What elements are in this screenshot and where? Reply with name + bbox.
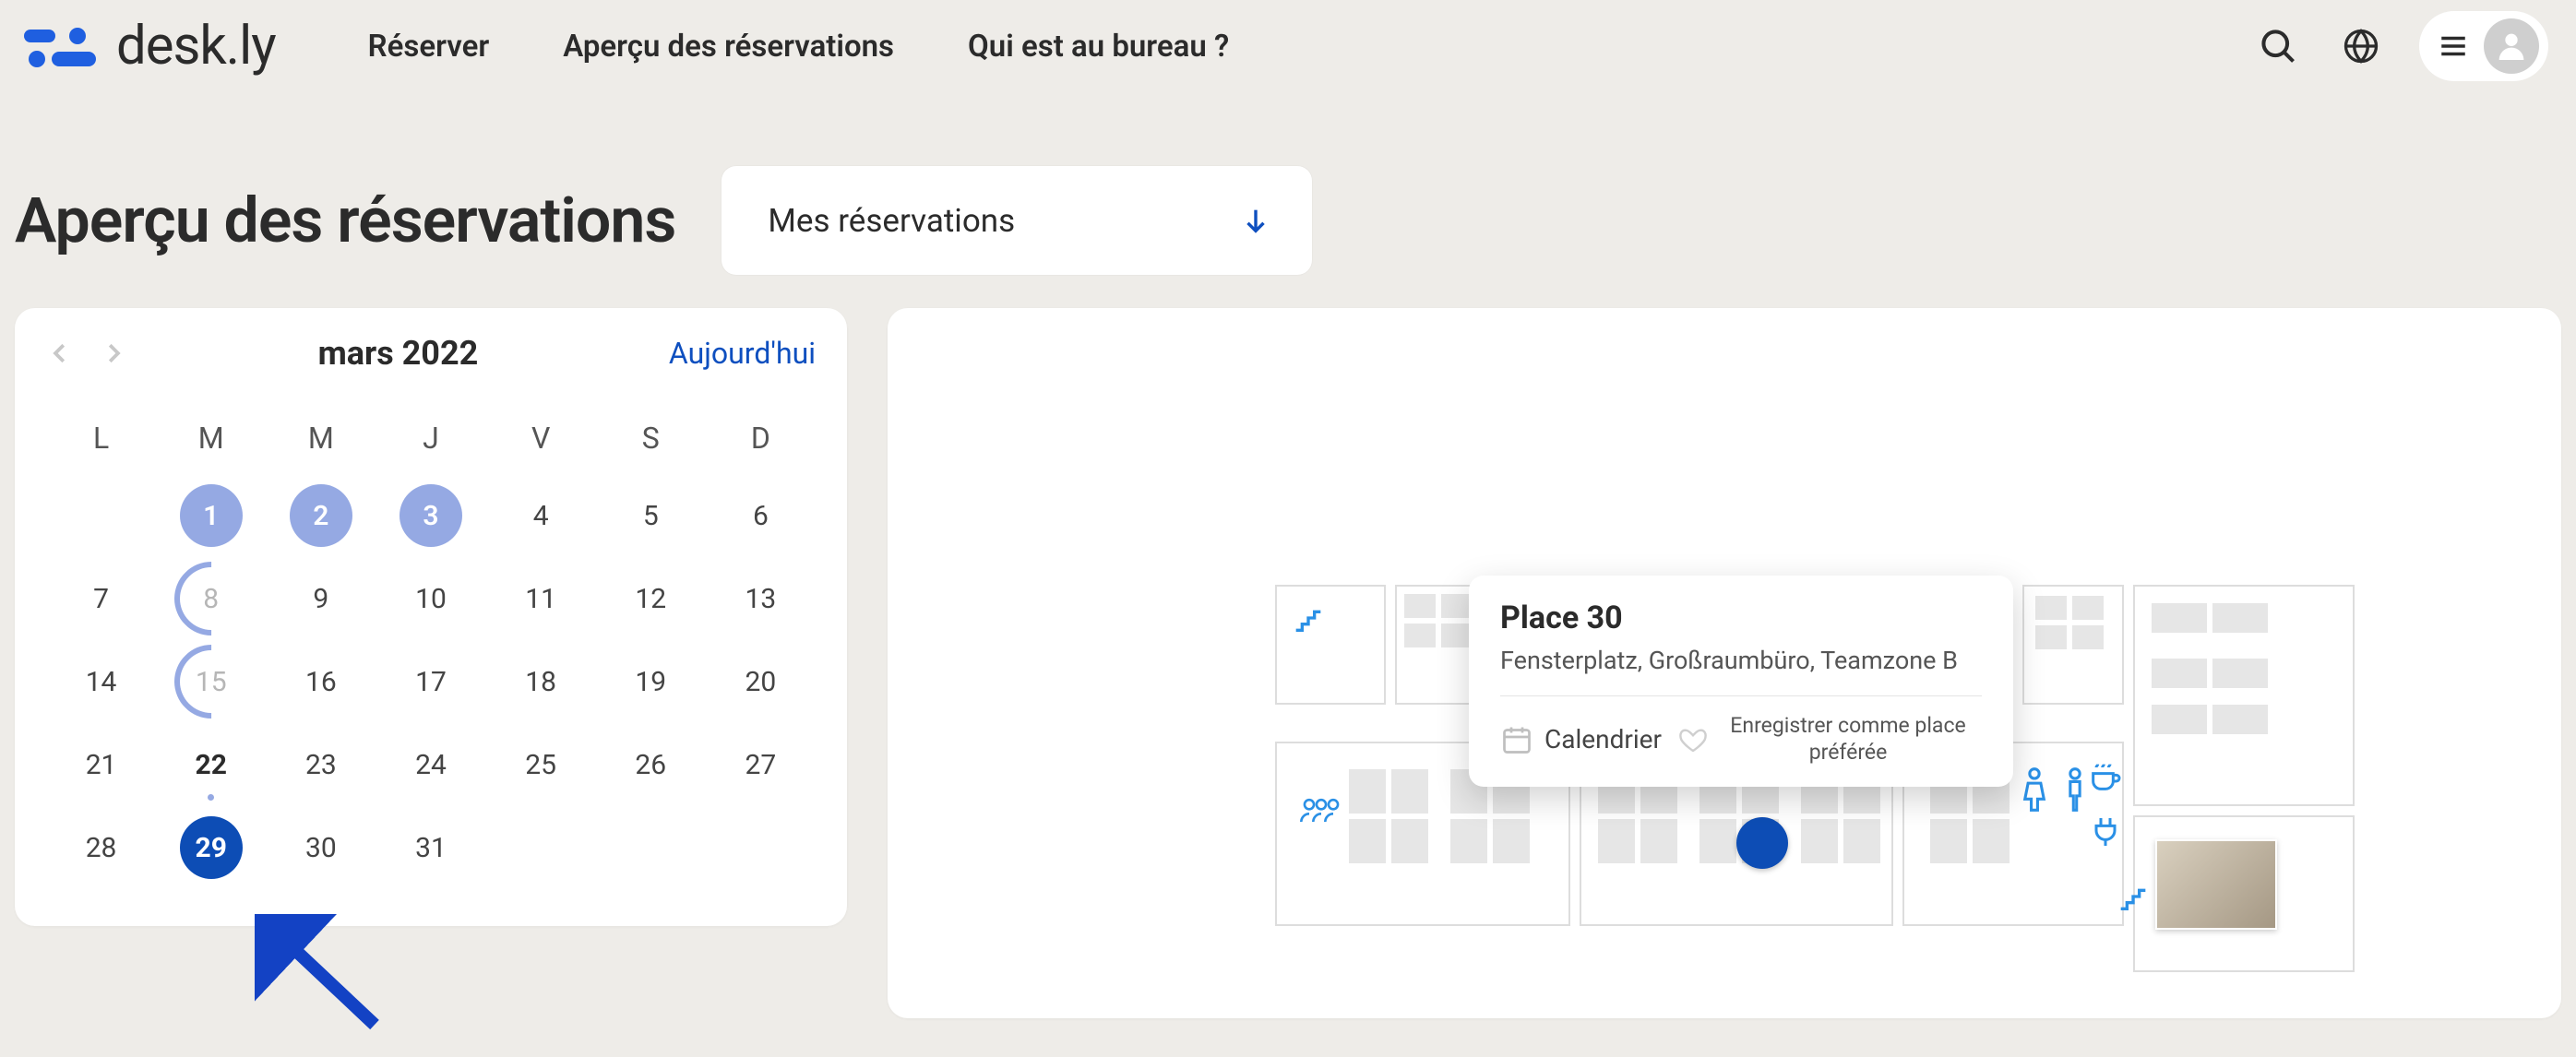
content: mars 2022 Aujourd'hui L M M J V S D 1 2 … xyxy=(0,308,2576,1018)
calendar-day[interactable]: 24 xyxy=(376,723,485,806)
heart-icon xyxy=(1678,725,1708,754)
calendar-day xyxy=(596,806,706,889)
man-icon xyxy=(2061,767,2089,815)
people-icon xyxy=(1297,793,1345,830)
desk-cluster xyxy=(2035,596,2104,649)
nav-overview[interactable]: Aperçu des réservations xyxy=(563,29,894,65)
header-actions xyxy=(2253,11,2548,81)
calendar-day[interactable]: 27 xyxy=(706,723,816,806)
dow: S xyxy=(596,421,706,474)
calendar-day[interactable]: 7 xyxy=(46,557,156,640)
floorplan-panel[interactable]: Place 30 Fensterplatz, Großraumbüro, Tea… xyxy=(888,308,2561,1018)
selected-desk-marker[interactable] xyxy=(1736,817,1788,869)
filter-selected-label: Mes réservations xyxy=(768,202,1015,240)
calendar-day[interactable]: 2 xyxy=(266,474,376,557)
coffee-icon xyxy=(2087,758,2124,799)
calendar-panel: mars 2022 Aujourd'hui L M M J V S D 1 2 … xyxy=(15,308,847,926)
dow: V xyxy=(486,421,596,474)
calendar-panel-wrap: mars 2022 Aujourd'hui L M M J V S D 1 2 … xyxy=(15,308,847,1018)
dow: M xyxy=(266,421,376,474)
desk-cluster xyxy=(1404,594,1473,647)
calendar-header: mars 2022 Aujourd'hui xyxy=(46,334,816,373)
calendar-day xyxy=(486,806,596,889)
nav-whos-in[interactable]: Qui est au bureau ? xyxy=(968,29,1229,65)
arrow-down-icon xyxy=(1240,205,1271,236)
dow: L xyxy=(46,421,156,474)
user-avatar-icon xyxy=(2484,18,2539,74)
dow: J xyxy=(376,421,485,474)
brand-logo[interactable]: desk.ly xyxy=(24,15,276,77)
calendar-day[interactable]: 17 xyxy=(376,640,485,723)
calendar-day[interactable]: 22 xyxy=(156,723,266,806)
prev-month-button[interactable] xyxy=(46,339,74,367)
calendar-day[interactable]: 14 xyxy=(46,640,156,723)
search-icon[interactable] xyxy=(2253,21,2303,71)
calendar-day[interactable]: 10 xyxy=(376,557,485,640)
calendar-nav xyxy=(46,339,127,367)
woman-icon xyxy=(2021,767,2048,815)
next-month-button[interactable] xyxy=(100,339,127,367)
filter-select[interactable]: Mes réservations xyxy=(722,166,1312,275)
desk-cluster xyxy=(2152,705,2268,734)
desk-cluster xyxy=(1349,769,1428,863)
calendar-day xyxy=(706,806,816,889)
calendar-day[interactable]: 4 xyxy=(486,474,596,557)
calendar-day[interactable]: 21 xyxy=(46,723,156,806)
calendar-day[interactable]: 1 xyxy=(156,474,266,557)
annotation-arrow-icon xyxy=(255,914,402,1043)
calendar-day[interactable]: 5 xyxy=(596,474,706,557)
dow: M xyxy=(156,421,266,474)
calendar-day[interactable]: 19 xyxy=(596,640,706,723)
desk-popover: Place 30 Fensterplatz, Großraumbüro, Tea… xyxy=(1469,576,2013,787)
room-photo[interactable] xyxy=(2155,839,2277,930)
calendar-day[interactable]: 20 xyxy=(706,640,816,723)
calendar-day-selected[interactable]: 29 xyxy=(156,806,266,889)
stairs-icon xyxy=(1290,600,1327,640)
brand-name: desk.ly xyxy=(116,15,276,77)
calendar-day[interactable]: 6 xyxy=(706,474,816,557)
calendar-day[interactable]: 16 xyxy=(266,640,376,723)
calendar-day[interactable]: 25 xyxy=(486,723,596,806)
calendar-month-label: mars 2022 xyxy=(127,334,669,373)
stairs-icon xyxy=(2115,878,2152,919)
calendar-day[interactable]: 3 xyxy=(376,474,485,557)
popover-favorite-link[interactable]: Enregistrer comme place préférée xyxy=(1728,713,1968,766)
today-link[interactable]: Aujourd'hui xyxy=(669,336,816,371)
page-title: Aperçu des réservations xyxy=(15,184,675,257)
calendar-icon xyxy=(1500,723,1533,756)
calendar-day[interactable]: 8 xyxy=(156,557,266,640)
calendar-day[interactable]: 28 xyxy=(46,806,156,889)
title-row: Aperçu des réservations Mes réservations xyxy=(0,92,2576,308)
popover-subtitle: Fensterplatz, Großraumbüro, Teamzone B xyxy=(1500,646,1982,696)
calendar-day[interactable]: 13 xyxy=(706,557,816,640)
menu-icon xyxy=(2438,30,2469,62)
calendar-day[interactable]: 31 xyxy=(376,806,485,889)
calendar-day[interactable]: 30 xyxy=(266,806,376,889)
app-header: desk.ly Réserver Aperçu des réservations… xyxy=(0,0,2576,92)
calendar-grid: L M M J V S D 1 2 3 4 5 6 7 8 9 10 1 xyxy=(46,421,816,889)
desk-cluster xyxy=(2152,659,2268,688)
plug-icon xyxy=(2087,814,2124,854)
calendar-day xyxy=(46,474,156,557)
calendar-day[interactable]: 12 xyxy=(596,557,706,640)
calendar-day[interactable]: 23 xyxy=(266,723,376,806)
calendar-day[interactable]: 11 xyxy=(486,557,596,640)
globe-icon[interactable] xyxy=(2336,21,2386,71)
popover-title: Place 30 xyxy=(1500,600,1982,636)
logo-mark-icon xyxy=(24,24,103,68)
main-nav: Réserver Aperçu des réservations Qui est… xyxy=(368,29,1230,65)
popover-calendar-link[interactable]: Calendrier xyxy=(1544,724,1662,754)
dow: D xyxy=(706,421,816,474)
nav-reserve[interactable]: Réserver xyxy=(368,29,490,65)
calendar-day[interactable]: 26 xyxy=(596,723,706,806)
calendar-day[interactable]: 9 xyxy=(266,557,376,640)
user-menu[interactable] xyxy=(2419,11,2548,81)
calendar-day[interactable]: 18 xyxy=(486,640,596,723)
desk-cluster xyxy=(2152,603,2268,633)
calendar-day[interactable]: 15 xyxy=(156,640,266,723)
